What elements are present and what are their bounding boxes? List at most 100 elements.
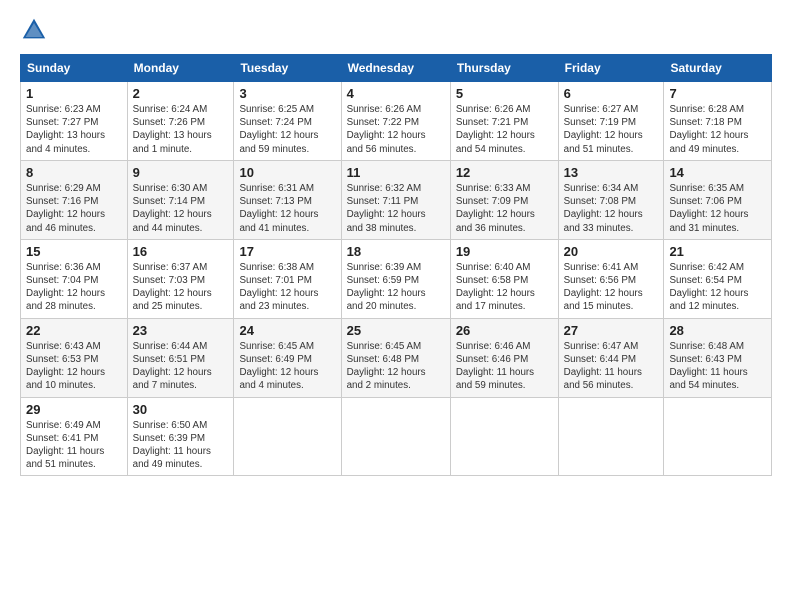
day-info: Sunrise: 6:41 AM Sunset: 6:56 PM Dayligh…	[564, 261, 659, 314]
header	[20, 16, 772, 44]
calendar-cell: 4Sunrise: 6:26 AM Sunset: 7:22 PM Daylig…	[341, 82, 450, 161]
day-number: 11	[347, 165, 445, 180]
calendar-cell: 16 Sunrise: 6:37 AM Sunset: 7:03 PM Dayli…	[127, 239, 234, 318]
calendar-cell: 22 Sunrise: 6:43 AM Sunset: 6:53 PM Dayli…	[21, 318, 128, 397]
day-number: 1	[26, 86, 122, 101]
calendar-cell: 25Sunrise: 6:45 AM Sunset: 6:48 PM Dayli…	[341, 318, 450, 397]
calendar-cell: 9 Sunrise: 6:30 AM Sunset: 7:14 PM Daylig…	[127, 160, 234, 239]
calendar-cell	[558, 397, 664, 476]
calendar-cell: 5 Sunrise: 6:26 AM Sunset: 7:21 PM Daylig…	[450, 82, 558, 161]
day-number: 29	[26, 402, 122, 417]
calendar-cell: 15 Sunrise: 6:36 AM Sunset: 7:04 PM Dayli…	[21, 239, 128, 318]
day-number: 21	[669, 244, 766, 259]
day-number: 18	[347, 244, 445, 259]
day-info: Sunrise: 6:34 AM Sunset: 7:08 PM Dayligh…	[564, 182, 659, 235]
day-info: Sunrise: 6:38 AM Sunset: 7:01 PM Dayligh…	[239, 261, 335, 314]
logo-icon	[20, 16, 48, 44]
day-number: 2	[133, 86, 229, 101]
day-info: Sunrise: 6:23 AM Sunset: 7:27 PM Dayligh…	[26, 103, 122, 156]
day-info: Sunrise: 6:25 AM Sunset: 7:24 PM Dayligh…	[239, 103, 335, 156]
day-number: 22	[26, 323, 122, 338]
calendar-week-row: 1 Sunrise: 6:23 AM Sunset: 7:27 PM Daylig…	[21, 82, 772, 161]
day-info: Sunrise: 6:49 AM Sunset: 6:41 PM Dayligh…	[26, 419, 122, 472]
calendar-cell: 8 Sunrise: 6:29 AM Sunset: 7:16 PM Daylig…	[21, 160, 128, 239]
day-info: Sunrise: 6:29 AM Sunset: 7:16 PM Dayligh…	[26, 182, 122, 235]
day-info: Sunrise: 6:36 AM Sunset: 7:04 PM Dayligh…	[26, 261, 122, 314]
calendar-body: 1 Sunrise: 6:23 AM Sunset: 7:27 PM Daylig…	[21, 82, 772, 476]
day-info: Sunrise: 6:33 AM Sunset: 7:09 PM Dayligh…	[456, 182, 553, 235]
day-number: 12	[456, 165, 553, 180]
day-info: Sunrise: 6:42 AM Sunset: 6:54 PM Dayligh…	[669, 261, 766, 314]
calendar-cell: 28Sunrise: 6:48 AM Sunset: 6:43 PM Dayli…	[664, 318, 772, 397]
calendar-cell: 1 Sunrise: 6:23 AM Sunset: 7:27 PM Daylig…	[21, 82, 128, 161]
calendar-cell: 7 Sunrise: 6:28 AM Sunset: 7:18 PM Daylig…	[664, 82, 772, 161]
calendar-cell: 10 Sunrise: 6:31 AM Sunset: 7:13 PM Dayli…	[234, 160, 341, 239]
calendar-cell	[664, 397, 772, 476]
day-info: Sunrise: 6:40 AM Sunset: 6:58 PM Dayligh…	[456, 261, 553, 314]
day-number: 17	[239, 244, 335, 259]
day-info: Sunrise: 6:37 AM Sunset: 7:03 PM Dayligh…	[133, 261, 229, 314]
day-info: Sunrise: 6:45 AM Sunset: 6:49 PM Dayligh…	[239, 340, 335, 393]
day-number: 10	[239, 165, 335, 180]
day-info: Sunrise: 6:35 AM Sunset: 7:06 PM Dayligh…	[669, 182, 766, 235]
day-number: 25	[347, 323, 445, 338]
day-info: Sunrise: 6:26 AM Sunset: 7:22 PM Dayligh…	[347, 103, 445, 156]
calendar-cell	[450, 397, 558, 476]
day-number: 30	[133, 402, 229, 417]
day-number: 23	[133, 323, 229, 338]
calendar-cell: 17 Sunrise: 6:38 AM Sunset: 7:01 PM Dayli…	[234, 239, 341, 318]
calendar-cell: 18 Sunrise: 6:39 AM Sunset: 6:59 PM Dayli…	[341, 239, 450, 318]
calendar-cell: 11 Sunrise: 6:32 AM Sunset: 7:11 PM Dayli…	[341, 160, 450, 239]
day-info: Sunrise: 6:24 AM Sunset: 7:26 PM Dayligh…	[133, 103, 229, 156]
calendar-week-row: 8 Sunrise: 6:29 AM Sunset: 7:16 PM Daylig…	[21, 160, 772, 239]
day-number: 3	[239, 86, 335, 101]
day-info: Sunrise: 6:48 AM Sunset: 6:43 PM Dayligh…	[669, 340, 766, 393]
day-info: Sunrise: 6:39 AM Sunset: 6:59 PM Dayligh…	[347, 261, 445, 314]
calendar-cell: 19 Sunrise: 6:40 AM Sunset: 6:58 PM Dayli…	[450, 239, 558, 318]
day-info: Sunrise: 6:31 AM Sunset: 7:13 PM Dayligh…	[239, 182, 335, 235]
day-info: Sunrise: 6:50 AM Sunset: 6:39 PM Dayligh…	[133, 419, 229, 472]
calendar-cell: 30 Sunrise: 6:50 AM Sunset: 6:39 PM Dayli…	[127, 397, 234, 476]
day-info: Sunrise: 6:26 AM Sunset: 7:21 PM Dayligh…	[456, 103, 553, 156]
day-info: Sunrise: 6:43 AM Sunset: 6:53 PM Dayligh…	[26, 340, 122, 393]
day-number: 16	[133, 244, 229, 259]
day-number: 9	[133, 165, 229, 180]
calendar-cell: 29 Sunrise: 6:49 AM Sunset: 6:41 PM Dayli…	[21, 397, 128, 476]
calendar-header-row: SundayMondayTuesdayWednesdayThursdayFrid…	[21, 55, 772, 82]
calendar-cell	[341, 397, 450, 476]
page: SundayMondayTuesdayWednesdayThursdayFrid…	[0, 0, 792, 486]
day-number: 6	[564, 86, 659, 101]
calendar-cell: 14 Sunrise: 6:35 AM Sunset: 7:06 PM Dayli…	[664, 160, 772, 239]
calendar-cell: 6 Sunrise: 6:27 AM Sunset: 7:19 PM Daylig…	[558, 82, 664, 161]
calendar-cell: 27Sunrise: 6:47 AM Sunset: 6:44 PM Dayli…	[558, 318, 664, 397]
day-header: Sunday	[21, 55, 128, 82]
day-number: 5	[456, 86, 553, 101]
calendar-cell: 24Sunrise: 6:45 AM Sunset: 6:49 PM Dayli…	[234, 318, 341, 397]
calendar-week-row: 15 Sunrise: 6:36 AM Sunset: 7:04 PM Dayli…	[21, 239, 772, 318]
calendar-cell: 2 Sunrise: 6:24 AM Sunset: 7:26 PM Daylig…	[127, 82, 234, 161]
calendar-cell: 12 Sunrise: 6:33 AM Sunset: 7:09 PM Dayli…	[450, 160, 558, 239]
day-info: Sunrise: 6:27 AM Sunset: 7:19 PM Dayligh…	[564, 103, 659, 156]
calendar-cell: 3 Sunrise: 6:25 AM Sunset: 7:24 PM Daylig…	[234, 82, 341, 161]
day-header: Wednesday	[341, 55, 450, 82]
day-info: Sunrise: 6:32 AM Sunset: 7:11 PM Dayligh…	[347, 182, 445, 235]
day-info: Sunrise: 6:30 AM Sunset: 7:14 PM Dayligh…	[133, 182, 229, 235]
day-number: 8	[26, 165, 122, 180]
calendar-cell: 20Sunrise: 6:41 AM Sunset: 6:56 PM Dayli…	[558, 239, 664, 318]
day-info: Sunrise: 6:28 AM Sunset: 7:18 PM Dayligh…	[669, 103, 766, 156]
logo	[20, 16, 52, 44]
day-number: 19	[456, 244, 553, 259]
day-header: Tuesday	[234, 55, 341, 82]
day-number: 26	[456, 323, 553, 338]
calendar-table: SundayMondayTuesdayWednesdayThursdayFrid…	[20, 54, 772, 476]
day-header: Friday	[558, 55, 664, 82]
day-number: 13	[564, 165, 659, 180]
calendar-cell: 13 Sunrise: 6:34 AM Sunset: 7:08 PM Dayli…	[558, 160, 664, 239]
calendar-cell	[234, 397, 341, 476]
day-header: Monday	[127, 55, 234, 82]
day-number: 15	[26, 244, 122, 259]
day-header: Saturday	[664, 55, 772, 82]
day-number: 14	[669, 165, 766, 180]
day-number: 7	[669, 86, 766, 101]
day-info: Sunrise: 6:46 AM Sunset: 6:46 PM Dayligh…	[456, 340, 553, 393]
